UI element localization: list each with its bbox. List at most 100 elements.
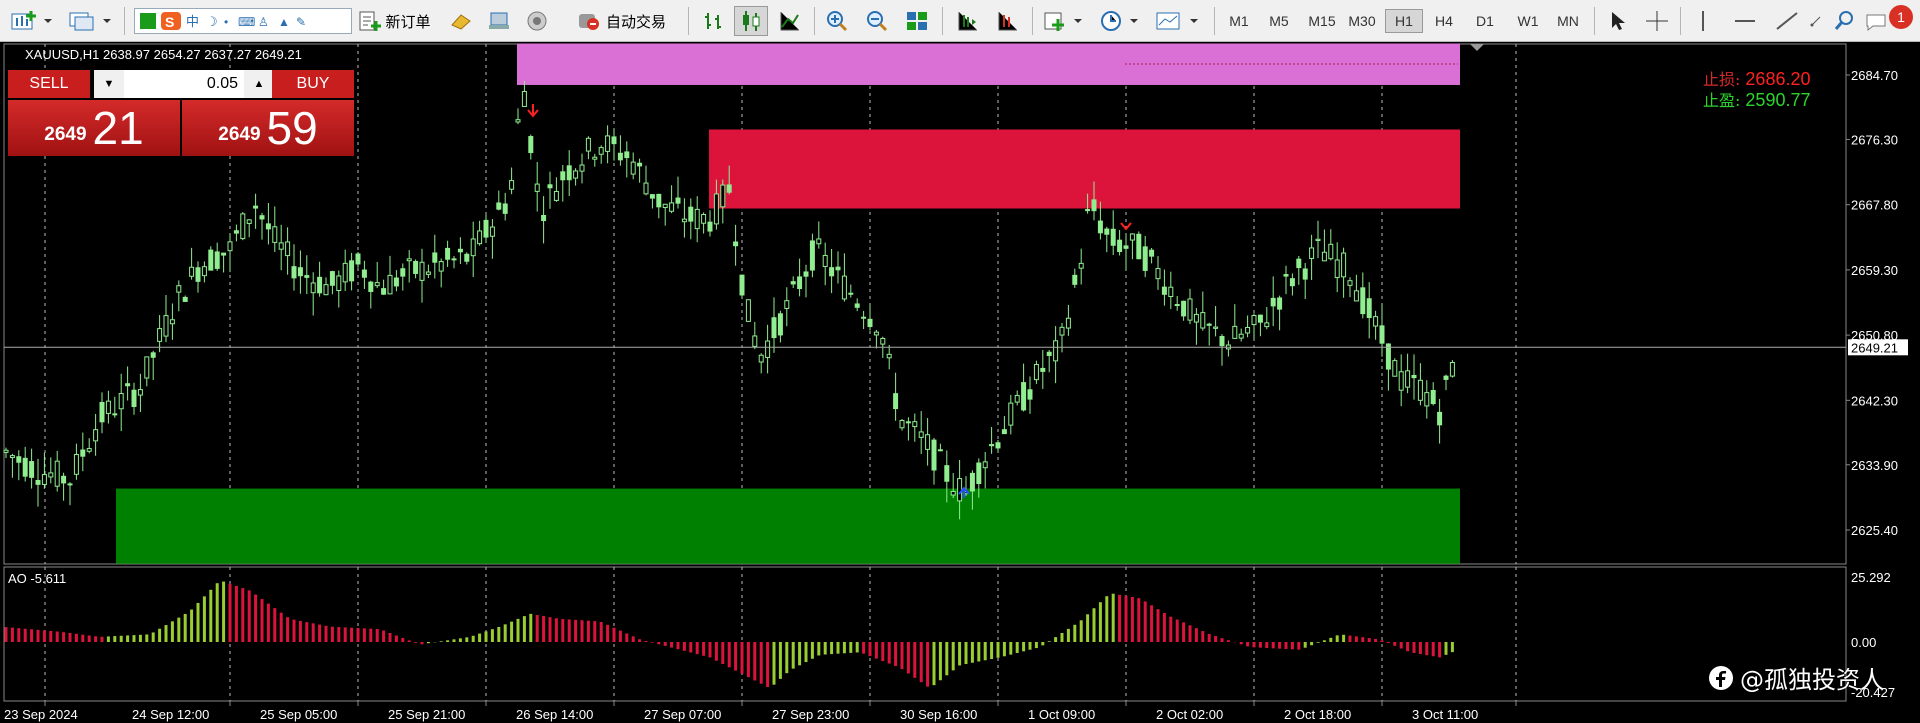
candle-body [745,299,751,322]
time-axis-label: 30 Sep 16:00 [900,707,977,722]
auto-trading-button[interactable]: 自动交易 [565,6,677,36]
candle-body [240,213,246,240]
candle-body [873,331,879,336]
search-icon [1834,11,1853,30]
candle-body [1091,199,1097,212]
candle-body [67,483,73,486]
bar-chart-button[interactable] [696,6,730,36]
fibonacci-tool[interactable] [1806,6,1826,36]
candle-body [502,203,508,214]
lot-increase-button[interactable]: ▲ [244,70,274,98]
time-axis-label: 23 Sep 2024 [4,707,78,722]
candle-body [521,91,527,107]
vertical-line-tool[interactable] [1686,6,1720,36]
symbol-info: XAUUSD,H1 2638.97 2654.27 2637.27 2649.2… [25,47,302,62]
candle-body [534,183,540,192]
candle-body [16,456,22,463]
buy-button[interactable]: BUY [272,70,354,98]
crosshair-tool[interactable] [1640,6,1674,36]
cursor-tool[interactable] [1600,6,1634,36]
candle-body [649,194,655,199]
timeframe-d1[interactable]: D1 [1466,9,1504,33]
candle-body [336,275,342,291]
market-watch-button[interactable] [444,6,478,36]
candle-body [73,453,79,475]
candle-body [1347,280,1353,286]
candle-body [739,274,745,296]
candlestick-button[interactable] [734,6,768,36]
templates-button[interactable] [1152,6,1206,36]
indicators-button[interactable] [1040,6,1090,36]
periods-button[interactable] [1096,6,1146,36]
auto-scroll-button[interactable] [990,6,1024,36]
zoom-in-icon [827,11,848,32]
candle-body [822,254,828,267]
sell-price-button[interactable]: 2649 21 [8,100,180,156]
candle-body [29,461,35,478]
chart-shift-button[interactable] [950,6,984,36]
lot-decrease-button[interactable]: ▼ [94,70,124,98]
candle-body [1104,228,1110,235]
timeframe-m15[interactable]: M15 [1302,9,1342,33]
time-axis-label: 2 Oct 02:00 [1156,707,1223,722]
zoom-out-button[interactable] [860,6,894,36]
line-chart-button[interactable] [772,6,806,36]
tile-windows-button[interactable] [900,6,934,36]
buy-price-button[interactable]: 2649 59 [182,100,354,156]
candle-body [227,241,233,252]
timeframe-h4[interactable]: H4 [1425,9,1463,33]
crosshair-icon [1646,11,1668,31]
candle-body [323,284,329,296]
timeframe-h1[interactable]: H1 [1385,9,1423,33]
signals-button[interactable] [520,6,554,36]
search-button[interactable] [1830,6,1860,36]
candle-body [278,242,284,250]
candle-body [1065,317,1071,329]
candle-body [1405,370,1411,388]
sell-button[interactable]: SELL [8,70,90,98]
support-zone [116,488,1460,564]
timeframe-w1[interactable]: W1 [1509,9,1547,33]
candle-body [400,268,406,277]
lot-size-input[interactable]: 0.05 [124,70,244,98]
candle-body [35,479,41,485]
time-axis-label: 25 Sep 21:00 [388,707,465,722]
resistance-zone [709,129,1460,209]
profiles-icon [69,12,111,31]
candle-body [509,180,515,190]
candle-body [835,266,841,271]
candle-body [189,266,195,277]
auto-scroll-icon [998,12,1017,31]
candle-body [1174,304,1180,307]
new-order-button[interactable]: 新订单 [348,6,440,36]
trendline-tool[interactable] [1770,6,1804,36]
timeframe-m5[interactable]: M5 [1260,9,1298,33]
timeframe-m30[interactable]: M30 [1342,9,1382,33]
candle-body [1321,251,1327,262]
candle-body [1341,252,1347,278]
time-axis-label: 2 Oct 18:00 [1284,707,1351,722]
candle-body [1059,326,1065,336]
candle-body [419,261,425,281]
candle-body [694,208,700,230]
profiles-button[interactable] [64,6,116,36]
new-chart-button[interactable] [6,6,56,36]
timeframe-mn[interactable]: MN [1548,9,1588,33]
candle-body [169,319,175,325]
zoom-in-button[interactable] [820,6,854,36]
candle-body [662,203,668,209]
horizontal-line-tool[interactable] [1728,6,1762,36]
candle-body [86,448,92,452]
input-method-bar[interactable]: S 中 ☽ • ⌨ ♙ ▲ ✎ [134,8,352,34]
candle-body [1277,297,1283,310]
candle-body [656,193,662,208]
candle-body [1270,297,1276,307]
candle-body [1161,286,1167,295]
candle-body [790,281,796,285]
navigator-button[interactable] [482,6,516,36]
candle-body [1398,371,1404,391]
candle-body [1046,351,1052,356]
candle-body [553,190,559,201]
chat-button[interactable] [1862,6,1892,36]
timeframe-m1[interactable]: M1 [1220,9,1258,33]
